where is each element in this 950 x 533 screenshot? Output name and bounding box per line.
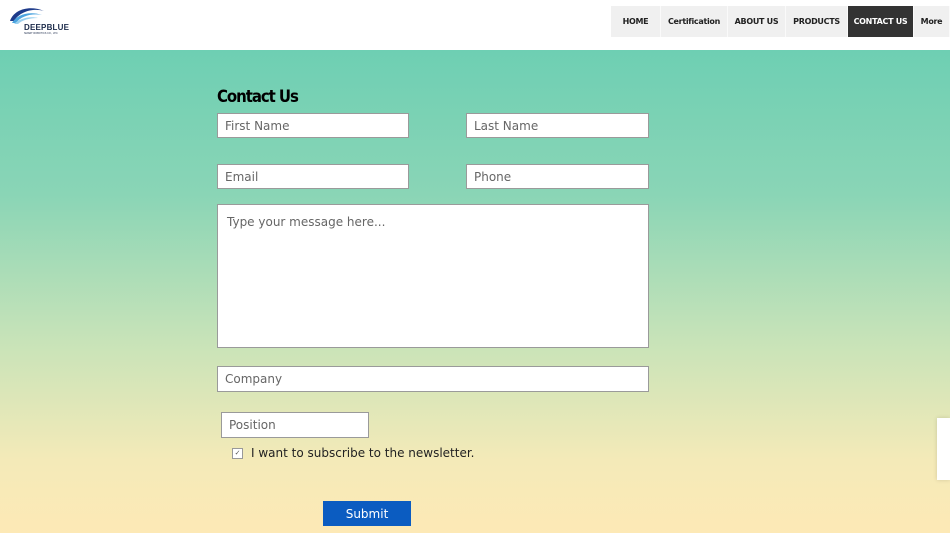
nav-home[interactable]: HOME [611,6,661,37]
side-widget-tab[interactable] [937,418,950,480]
nav-contact-us[interactable]: CONTACT US [848,6,914,37]
main-nav: HOME Certification ABOUT US PRODUCTS CON… [611,6,950,37]
position-input[interactable] [221,412,369,438]
nav-certification[interactable]: Certification [661,6,728,37]
last-name-input[interactable] [466,113,649,138]
message-textarea[interactable] [217,204,649,348]
nav-about-us[interactable]: ABOUT US [728,6,786,37]
company-input[interactable] [217,366,649,392]
logo-swoosh-icon [10,8,44,24]
newsletter-label: I want to subscribe to the newsletter. [251,446,475,460]
email-input[interactable] [217,164,409,189]
submit-button[interactable]: Submit [323,501,411,526]
phone-input[interactable] [466,164,649,189]
site-header: DEEPBLUE SMART ROBOTICS CO., LTD. HOME C… [0,0,950,50]
nav-more[interactable]: More [914,6,950,37]
newsletter-checkbox[interactable]: ✓ [232,448,243,459]
logo[interactable]: DEEPBLUE SMART ROBOTICS CO., LTD. [8,5,74,37]
contact-section: Contact Us ✓ I want to subscribe to the … [0,50,950,533]
logo-subtitle: SMART ROBOTICS CO., LTD. [24,32,59,35]
page-title: Contact Us [217,87,299,107]
logo-text: DEEPBLUE [24,23,70,32]
nav-products[interactable]: PRODUCTS [786,6,848,37]
first-name-input[interactable] [217,113,409,138]
